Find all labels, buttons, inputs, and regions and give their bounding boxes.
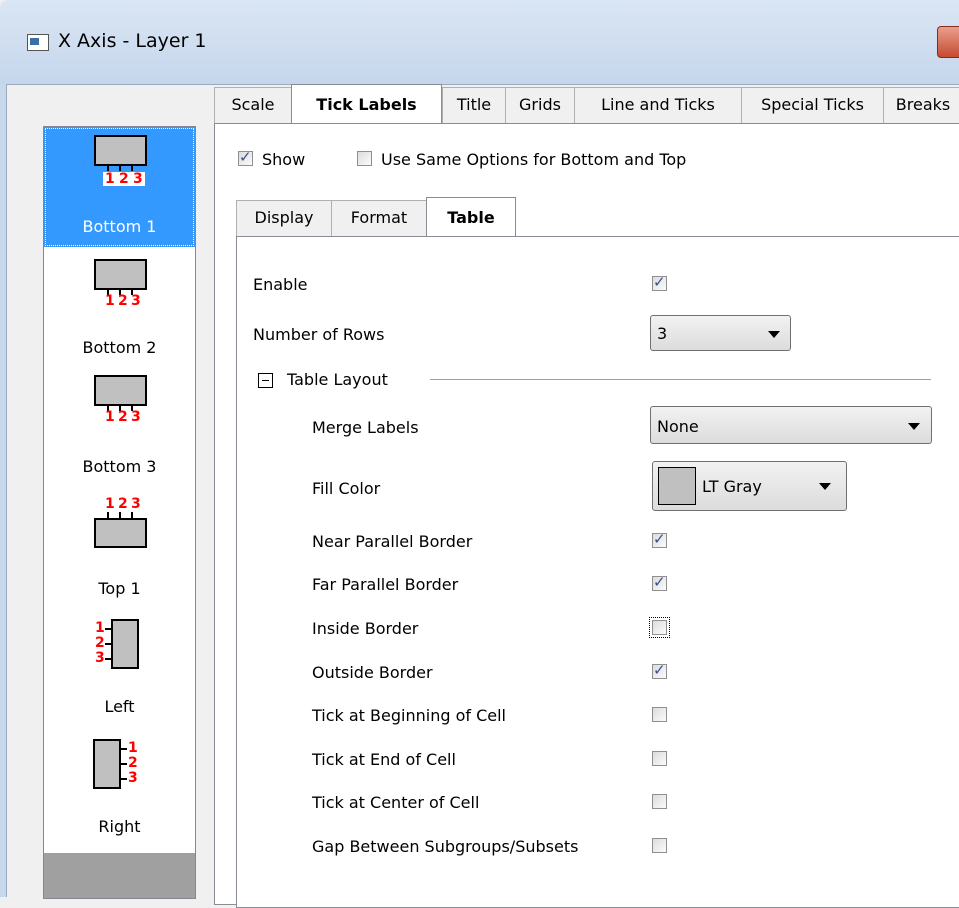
merge-labels-label: Merge Labels: [312, 418, 419, 437]
right-axis-icon: 1 2 3: [93, 739, 148, 799]
collapse-icon[interactable]: [258, 373, 273, 388]
merge-labels-dropdown[interactable]: None: [650, 406, 932, 444]
window-title: X Axis - Layer 1: [58, 30, 207, 52]
option-label: Tick at Center of Cell: [312, 793, 480, 812]
enable-label: Enable: [253, 275, 308, 294]
axis-list[interactable]: 1 2 3 Bottom 1 1 2 3 Bottom 2 1 2 3 Bott…: [43, 126, 196, 899]
bottom-axis-icon: 1 2 3: [93, 259, 148, 319]
axis-item-left[interactable]: 1 2 3 Left: [44, 607, 195, 727]
chevron-down-icon: [768, 331, 780, 338]
tab-line-and-ticks[interactable]: Line and Ticks: [574, 87, 742, 123]
axis-item-label: Right: [98, 817, 141, 836]
axis-item-label: Bottom 3: [82, 457, 157, 476]
close-button[interactable]: [937, 26, 959, 58]
show-label: Show: [262, 150, 306, 169]
tab-title[interactable]: Title: [442, 87, 506, 123]
color-swatch: [658, 467, 696, 505]
dropdown-value: None: [657, 417, 699, 436]
dropdown-value: LT Gray: [702, 477, 762, 496]
tick-center-checkbox[interactable]: [652, 794, 667, 809]
option-label: Tick at End of Cell: [312, 750, 456, 769]
axis-item-label: Top 1: [98, 579, 141, 598]
same-options-label: Use Same Options for Bottom and Top: [381, 150, 687, 169]
tab-grids[interactable]: Grids: [505, 87, 575, 123]
tab-breaks[interactable]: Breaks: [883, 87, 959, 123]
axis-item-label: Left: [104, 697, 135, 716]
option-label: Gap Between Subgroups/Subsets: [312, 837, 579, 856]
option-label: Inside Border: [312, 619, 419, 638]
near-parallel-border-checkbox[interactable]: [652, 530, 667, 548]
axis-item-top-1[interactable]: 1 2 3 Top 1: [44, 487, 195, 607]
tab-table[interactable]: Table: [426, 197, 516, 236]
tab-format[interactable]: Format: [331, 200, 427, 236]
top-axis-icon: 1 2 3: [93, 497, 148, 557]
tick-beginning-checkbox[interactable]: [652, 707, 667, 722]
same-options-checkbox[interactable]: [357, 151, 372, 166]
left-axis-icon: 1 2 3: [95, 619, 150, 679]
bottom-axis-icon: 1 2 3: [93, 375, 148, 435]
title-bar[interactable]: X Axis - Layer 1: [0, 0, 959, 85]
fill-color-dropdown[interactable]: LT Gray: [652, 461, 847, 511]
chevron-down-icon: [819, 483, 831, 490]
gap-subgroups-checkbox[interactable]: [652, 838, 667, 853]
axis-item-right[interactable]: 1 2 3 Right: [44, 727, 195, 852]
tab-special-ticks[interactable]: Special Ticks: [741, 87, 884, 123]
far-parallel-border-checkbox[interactable]: [652, 573, 667, 591]
chevron-down-icon: [908, 423, 920, 430]
option-label: Near Parallel Border: [312, 532, 473, 551]
axis-item-label: Bottom 2: [82, 338, 157, 357]
list-empty-area: [44, 853, 195, 898]
axis-item-bottom-1[interactable]: 1 2 3 Bottom 1: [44, 127, 195, 247]
tab-display[interactable]: Display: [236, 200, 332, 236]
option-label: Outside Border: [312, 663, 433, 682]
fill-color-label: Fill Color: [312, 479, 381, 498]
axis-item-bottom-3[interactable]: 1 2 3 Bottom 3: [44, 367, 195, 487]
option-label: Tick at Beginning of Cell: [312, 706, 506, 725]
app-window-icon: [27, 34, 49, 51]
axis-item-label: Bottom 1: [82, 217, 157, 236]
option-label: Far Parallel Border: [312, 575, 459, 594]
window-border: [0, 84, 7, 897]
bottom-axis-icon: 1 2 3: [93, 135, 148, 195]
table-layout-header: Table Layout: [287, 370, 388, 389]
show-checkbox[interactable]: [238, 148, 253, 166]
tab-tick-labels[interactable]: Tick Labels: [291, 84, 442, 123]
axis-item-bottom-2[interactable]: 1 2 3 Bottom 2: [44, 247, 195, 367]
group-divider: [430, 379, 931, 380]
number-of-rows-label: Number of Rows: [253, 325, 385, 344]
number-of-rows-dropdown[interactable]: 3: [650, 315, 791, 351]
inside-border-checkbox[interactable]: [649, 617, 670, 638]
outside-border-checkbox[interactable]: [652, 661, 667, 679]
enable-checkbox[interactable]: [652, 273, 667, 291]
tick-end-checkbox[interactable]: [652, 751, 667, 766]
tab-scale[interactable]: Scale: [214, 87, 292, 123]
dropdown-value: 3: [657, 324, 668, 343]
